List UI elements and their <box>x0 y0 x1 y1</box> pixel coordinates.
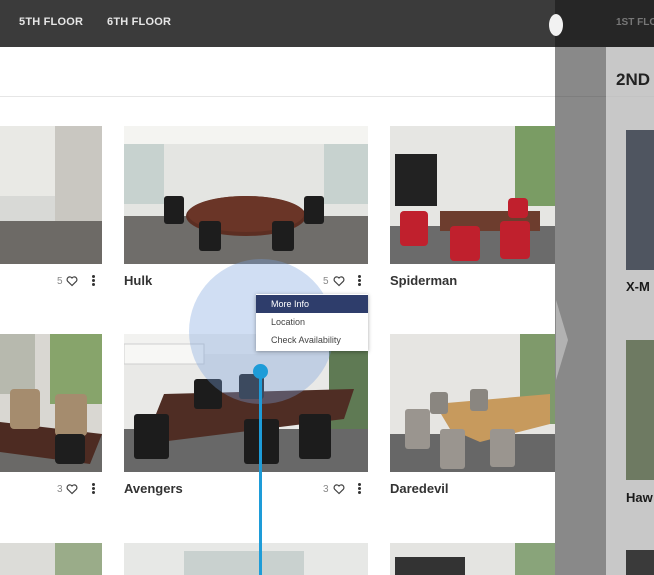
room-name[interactable]: Spiderman <box>390 273 457 288</box>
touch-point <box>253 364 268 379</box>
heart-icon[interactable] <box>333 483 345 495</box>
room-photo[interactable] <box>0 334 102 472</box>
room-photo[interactable] <box>626 340 654 480</box>
room-name[interactable]: Daredevil <box>390 481 449 496</box>
favorites-count: 3 <box>323 484 329 495</box>
room-photo[interactable] <box>626 130 654 270</box>
menu-item-location[interactable]: Location <box>256 313 368 331</box>
room-options-menu: More Info Location Check Availability <box>256 294 368 351</box>
room-name[interactable]: Avengers <box>124 481 183 496</box>
room-name[interactable]: X-M <box>626 279 650 294</box>
room-name[interactable]: Haw <box>626 490 653 505</box>
room-photo[interactable] <box>124 543 368 575</box>
tab-5th-floor[interactable]: 5TH FLOOR <box>19 16 83 28</box>
swipe-trail <box>259 371 262 575</box>
room-photo[interactable] <box>0 543 102 575</box>
options-menu-button[interactable] <box>91 483 95 495</box>
menu-item-check-availability[interactable]: Check Availability <box>256 331 368 349</box>
room-photo[interactable] <box>390 334 555 472</box>
options-menu-button[interactable] <box>357 275 361 287</box>
options-menu-button[interactable] <box>357 483 361 495</box>
room-photo[interactable] <box>390 543 555 575</box>
favorites-count: 5 <box>57 276 63 287</box>
menu-item-more-info[interactable]: More Info <box>256 295 368 313</box>
options-menu-button[interactable] <box>91 275 95 287</box>
favorites-count: 5 <box>323 276 329 287</box>
room-name[interactable]: Hulk <box>124 273 152 288</box>
favorites-count: 3 <box>57 484 63 495</box>
room-photo[interactable] <box>124 126 368 264</box>
heart-icon[interactable] <box>66 483 78 495</box>
side-panel-heading: 2ND <box>616 70 651 89</box>
room-photo[interactable] <box>0 126 102 264</box>
heart-icon[interactable] <box>333 275 345 287</box>
room-photo[interactable] <box>626 550 654 575</box>
tab-6th-floor[interactable]: 6TH FLOOR <box>107 16 171 28</box>
heart-icon[interactable] <box>66 275 78 287</box>
room-photo[interactable] <box>390 126 555 264</box>
avatar[interactable] <box>549 14 563 36</box>
chevron-left-icon[interactable] <box>556 300 568 380</box>
side-panel-tab-1st-floor[interactable]: 1ST FLO <box>616 17 654 28</box>
